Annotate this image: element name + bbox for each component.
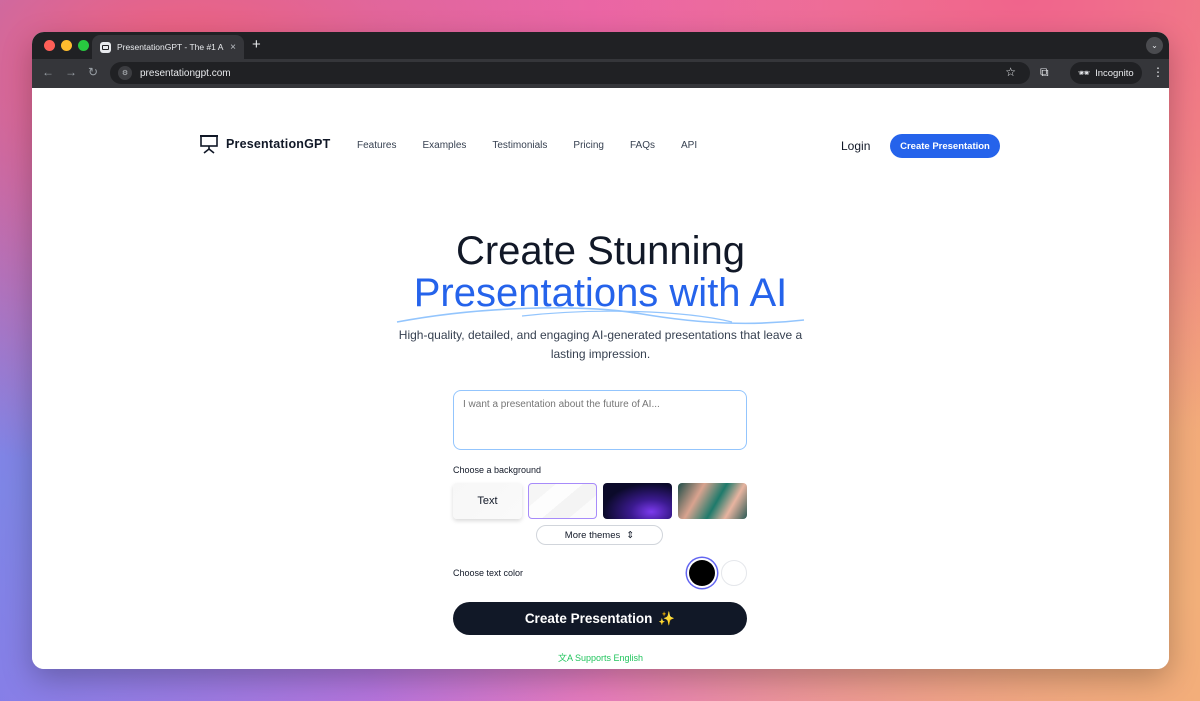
address-bar[interactable]: ⚙ presentationgpt.com ☆ xyxy=(110,62,1030,84)
bookmark-star-icon[interactable]: ☆ xyxy=(1005,65,1016,79)
nav-link-faqs[interactable]: FAQs xyxy=(630,140,655,151)
text-color-black-swatch[interactable] xyxy=(689,560,715,586)
supports-language-note: 文A Supports English xyxy=(32,651,1169,664)
nav-link-examples[interactable]: Examples xyxy=(422,140,466,151)
hero-title-line1: Create Stunning xyxy=(455,229,746,273)
theme-text-label: Text xyxy=(477,495,498,507)
more-themes-button[interactable]: More themes ⇕ xyxy=(536,525,663,545)
text-color-label: Choose text color xyxy=(453,568,524,578)
new-tab-button[interactable]: + xyxy=(252,36,261,53)
create-presentation-button[interactable]: Create Presentation ✨ xyxy=(453,602,747,635)
hero-subtitle-line2: lasting impression. xyxy=(550,347,651,361)
text-color-white-swatch[interactable] xyxy=(721,560,747,586)
url-text: presentationgpt.com xyxy=(140,67,231,79)
incognito-badge[interactable]: 🕶 Incognito xyxy=(1070,62,1142,84)
logo[interactable]: PresentationGPT xyxy=(200,134,330,154)
background-options: Text xyxy=(453,483,747,519)
minimize-window-button[interactable] xyxy=(61,40,72,51)
tab-close-icon[interactable]: × xyxy=(230,42,236,53)
browser-toolbar: ← → ↻ ⚙ presentationgpt.com ☆ ⧉ 🕶 Incogn… xyxy=(32,59,1169,88)
hero-subtitle: High-quality, detailed, and engaging AI-… xyxy=(32,326,1169,364)
reload-icon[interactable]: ↻ xyxy=(88,65,98,79)
window-controls xyxy=(44,40,89,51)
logo-text: PresentationGPT xyxy=(226,137,331,151)
supports-language-label: Supports English xyxy=(574,653,644,663)
browser-window: PresentationGPT - The #1 AI × + ⌄ ← → ↻ … xyxy=(32,32,1169,669)
page-content: PresentationGPT Features Examples Testim… xyxy=(32,88,1169,669)
nav-links: Features Examples Testimonials Pricing F… xyxy=(357,140,697,151)
browser-menu-icon[interactable]: ⋮ xyxy=(1152,65,1164,79)
background-label: Choose a background xyxy=(453,465,542,475)
presentation-prompt-input[interactable] xyxy=(453,390,747,450)
presentation-board-icon xyxy=(200,135,218,154)
sparkles-icon: ✨ xyxy=(658,610,676,626)
tab-search-icon[interactable]: ⌄ xyxy=(1146,37,1163,54)
header-create-presentation-button[interactable]: Create Presentation xyxy=(890,134,1000,158)
theme-option-white[interactable] xyxy=(528,483,597,519)
nav-link-api[interactable]: API xyxy=(681,140,697,151)
tab-title: PresentationGPT - The #1 AI xyxy=(117,42,225,52)
theme-option-teal[interactable] xyxy=(678,483,747,519)
nav-link-features[interactable]: Features xyxy=(357,140,396,151)
favicon-icon xyxy=(100,41,111,53)
extensions-icon[interactable]: ⧉ xyxy=(1040,65,1049,80)
nav-link-testimonials[interactable]: Testimonials xyxy=(492,140,547,151)
site-settings-icon[interactable]: ⚙ xyxy=(118,66,132,80)
translate-icon: 文A xyxy=(557,653,573,663)
more-themes-label: More themes xyxy=(564,529,621,541)
close-window-button[interactable] xyxy=(44,40,55,51)
login-link[interactable]: Login xyxy=(841,139,870,153)
forward-icon[interactable]: → xyxy=(65,65,77,79)
incognito-label: Incognito xyxy=(1095,67,1134,79)
theme-option-purple[interactable] xyxy=(603,483,672,519)
create-presentation-label: Create Presentation xyxy=(524,611,653,626)
tab-strip: PresentationGPT - The #1 AI × + ⌄ xyxy=(32,32,1169,59)
incognito-icon: 🕶 xyxy=(1078,67,1091,79)
theme-option-text[interactable]: Text xyxy=(453,483,522,519)
browser-tab[interactable]: PresentationGPT - The #1 AI × xyxy=(92,35,244,59)
hero-subtitle-line1: High-quality, detailed, and engaging AI-… xyxy=(398,328,803,342)
site-header: PresentationGPT Features Examples Testim… xyxy=(32,132,1169,162)
back-icon[interactable]: ← xyxy=(42,65,54,79)
chevron-up-down-icon: ⇕ xyxy=(626,529,635,541)
maximize-window-button[interactable] xyxy=(78,40,89,51)
nav-link-pricing[interactable]: Pricing xyxy=(573,140,604,151)
